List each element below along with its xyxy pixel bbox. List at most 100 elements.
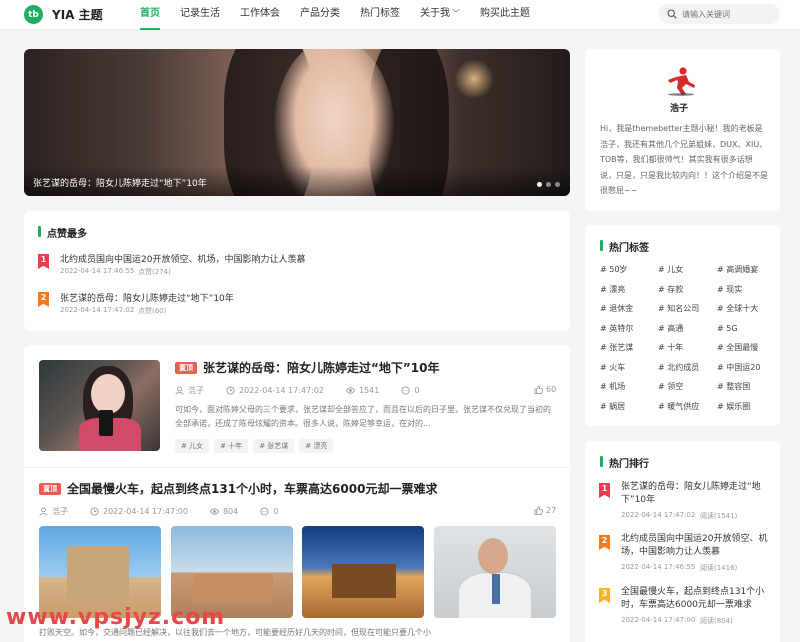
nav-item-work[interactable]: 工作体会 xyxy=(240,0,280,30)
tag-link[interactable]: # 高通 xyxy=(658,323,717,343)
tag-link[interactable]: # 十年 xyxy=(658,342,717,362)
tag-link[interactable]: # 张艺谋 xyxy=(600,342,658,362)
tag-link[interactable]: # 北约成员 xyxy=(658,362,717,382)
post-views-count: 1541 xyxy=(358,386,380,395)
post-comments[interactable]: 0 xyxy=(260,507,278,516)
slider-dot[interactable] xyxy=(537,182,542,187)
hero-slider[interactable]: 张艺谋的岳母：陪女儿陈婷走过“地下”10年 xyxy=(24,49,570,196)
thumbs-up-icon xyxy=(534,506,543,515)
post-author[interactable]: 浩子 xyxy=(39,506,68,517)
nav-item-life[interactable]: 记录生活 xyxy=(180,0,220,30)
nav-item-about[interactable]: 关于我 ﹀ xyxy=(420,0,460,30)
post-title[interactable]: 张艺谋的岳母：陪女儿陈婷走过“地下”10年 xyxy=(203,359,439,376)
post-author-name: 浩子 xyxy=(188,386,204,395)
tag-link[interactable]: # 知名公司 xyxy=(658,303,717,323)
nav-item-buy[interactable]: 购买此主题 xyxy=(480,0,530,30)
post-comments[interactable]: 0 xyxy=(401,386,419,395)
post-date-text: 2022-04-14 17:47:02 xyxy=(239,386,324,395)
tag-link[interactable]: # 高调婚宴 xyxy=(717,264,772,284)
tag-link[interactable]: # 火车 xyxy=(600,362,658,382)
tag-link[interactable]: # 全球十大 xyxy=(717,303,772,323)
tag-chip[interactable]: # 十年 xyxy=(214,439,249,453)
list-item-reads: 阅读(804) xyxy=(700,617,733,625)
site-logo-text[interactable]: YIA 主题 xyxy=(52,6,103,23)
chevron-down-icon: ﹀ xyxy=(452,9,460,18)
clock-icon xyxy=(90,507,99,516)
list-item-date: 2022-04-14 17:46:55 xyxy=(60,267,135,275)
nav-item-products[interactable]: 产品分类 xyxy=(300,0,340,30)
list-item-title[interactable]: 张艺谋的岳母：陪女儿陈婷走过“地下”10年 xyxy=(621,481,769,507)
nav-item-home[interactable]: 首页 xyxy=(140,0,160,30)
hero-caption[interactable]: 张艺谋的岳母：陪女儿陈婷走过“地下”10年 xyxy=(33,176,207,189)
list-item-reads: 阅读(1541) xyxy=(700,512,738,520)
tag-link[interactable]: # 中国运20 xyxy=(717,362,772,382)
tag-link[interactable]: # 退休金 xyxy=(600,303,658,323)
tag-chip[interactable]: # 漂亮 xyxy=(299,439,334,453)
nav-item-tags[interactable]: 热门标签 xyxy=(360,0,400,30)
tag-chip[interactable]: # 儿女 xyxy=(175,439,210,453)
divider xyxy=(24,467,570,468)
author-name[interactable]: 浩子 xyxy=(670,101,688,114)
post-tags: # 儿女 # 十年 # 张艺谋 # 漂亮 xyxy=(175,439,334,453)
rank-badge: 2 xyxy=(38,292,49,307)
post-author-name: 浩子 xyxy=(52,507,68,516)
section-title: 点赞最多 xyxy=(38,225,87,240)
tag-link[interactable]: # 漂亮 xyxy=(600,284,658,304)
user-icon xyxy=(175,386,184,395)
list-item-likes: 点赞(274) xyxy=(138,268,171,276)
comment-icon xyxy=(401,386,410,395)
tag-link[interactable]: # 儿女 xyxy=(658,264,717,284)
tag-link[interactable]: # 蜗居 xyxy=(600,401,658,421)
section-title: 热门标签 xyxy=(600,239,649,254)
list-item-date: 2022-04-14 17:47:00 xyxy=(621,616,696,624)
post-author[interactable]: 浩子 xyxy=(175,385,204,396)
tag-link[interactable]: # 娱乐圈 xyxy=(717,401,772,421)
list-item-title[interactable]: 北约成员国向中国运20开放领空、机场，中国影响力让人羡慕 xyxy=(621,533,769,559)
gallery-image-part xyxy=(332,564,396,598)
post-views-count: 804 xyxy=(222,507,239,516)
section-title: 热门排行 xyxy=(600,455,649,470)
post-title-row: 置顶 全国最慢火车，起点到终点131个小时，车票高达6000元却一票难求 xyxy=(39,480,437,497)
tag-link[interactable]: # 存款 xyxy=(658,284,717,304)
post-views: 804 xyxy=(209,507,239,516)
author-avatar[interactable] xyxy=(664,66,698,96)
tag-link[interactable]: # 英特尔 xyxy=(600,323,658,343)
tag-link[interactable]: # 暖气供应 xyxy=(658,401,717,421)
nav-item-about-label: 关于我 xyxy=(420,8,450,19)
search-input[interactable] xyxy=(682,9,777,19)
slider-dot[interactable] xyxy=(546,182,551,187)
post-date: 2022-04-14 17:47:00 xyxy=(90,507,188,516)
list-item-title[interactable]: 张艺谋的岳母：陪女儿陈婷走过“地下”10年 xyxy=(60,291,234,304)
post-likes-count: 27 xyxy=(546,506,557,515)
tag-chip[interactable]: # 张艺谋 xyxy=(253,439,295,453)
post-excerpt: 可如今，面对陈婷父母的三个要求，张艺谋却全部答应了，而且在以后的日子里，张艺谋不… xyxy=(175,405,551,428)
watermark: www.vpsjyz.com xyxy=(6,605,226,630)
post-like[interactable]: 27 xyxy=(534,506,556,515)
author-bio: Hi，我是themebetter主题小秘！我的老板是浩子，我还有其他几个兄弟姐妹… xyxy=(600,124,768,195)
post-gallery-image[interactable] xyxy=(434,526,556,618)
post-meta: 浩子 2022-04-14 17:47:02 1541 0 xyxy=(175,385,441,396)
tag-link[interactable]: # 5G xyxy=(717,323,772,343)
logo-icon[interactable]: tb xyxy=(24,5,43,24)
gallery-image-part xyxy=(193,574,273,604)
tag-link[interactable]: # 全国最慢 xyxy=(717,342,772,362)
tag-link[interactable]: # 现实 xyxy=(717,284,772,304)
list-item-title[interactable]: 北约成员国向中国运20开放领空、机场，中国影响力让人羡慕 xyxy=(60,252,305,265)
tag-link[interactable]: # 机场 xyxy=(600,381,658,401)
tag-link[interactable]: # 整容国 xyxy=(717,381,772,401)
post-thumbnail[interactable] xyxy=(39,360,160,451)
user-icon xyxy=(39,507,48,516)
slider-dot[interactable] xyxy=(555,182,560,187)
post-date: 2022-04-14 17:47:02 xyxy=(226,386,324,395)
post-title-row: 置顶 张艺谋的岳母：陪女儿陈婷走过“地下”10年 xyxy=(175,359,439,376)
search-box[interactable] xyxy=(659,4,780,24)
post-gallery-image[interactable] xyxy=(302,526,424,618)
tag-link[interactable]: # 50岁 xyxy=(600,264,658,284)
list-item-title[interactable]: 全国最慢火车，起点到终点131个小时，车票高达6000元却一票难求 xyxy=(621,586,769,612)
post-title[interactable]: 全国最慢火车，起点到终点131个小时，车票高达6000元却一票难求 xyxy=(67,480,437,497)
post-like[interactable]: 60 xyxy=(534,385,556,394)
tag-link[interactable]: # 领空 xyxy=(658,381,717,401)
list-item-date: 2022-04-14 17:47:02 xyxy=(621,511,696,519)
eye-icon xyxy=(345,387,355,394)
thumbs-up-icon xyxy=(534,385,543,394)
